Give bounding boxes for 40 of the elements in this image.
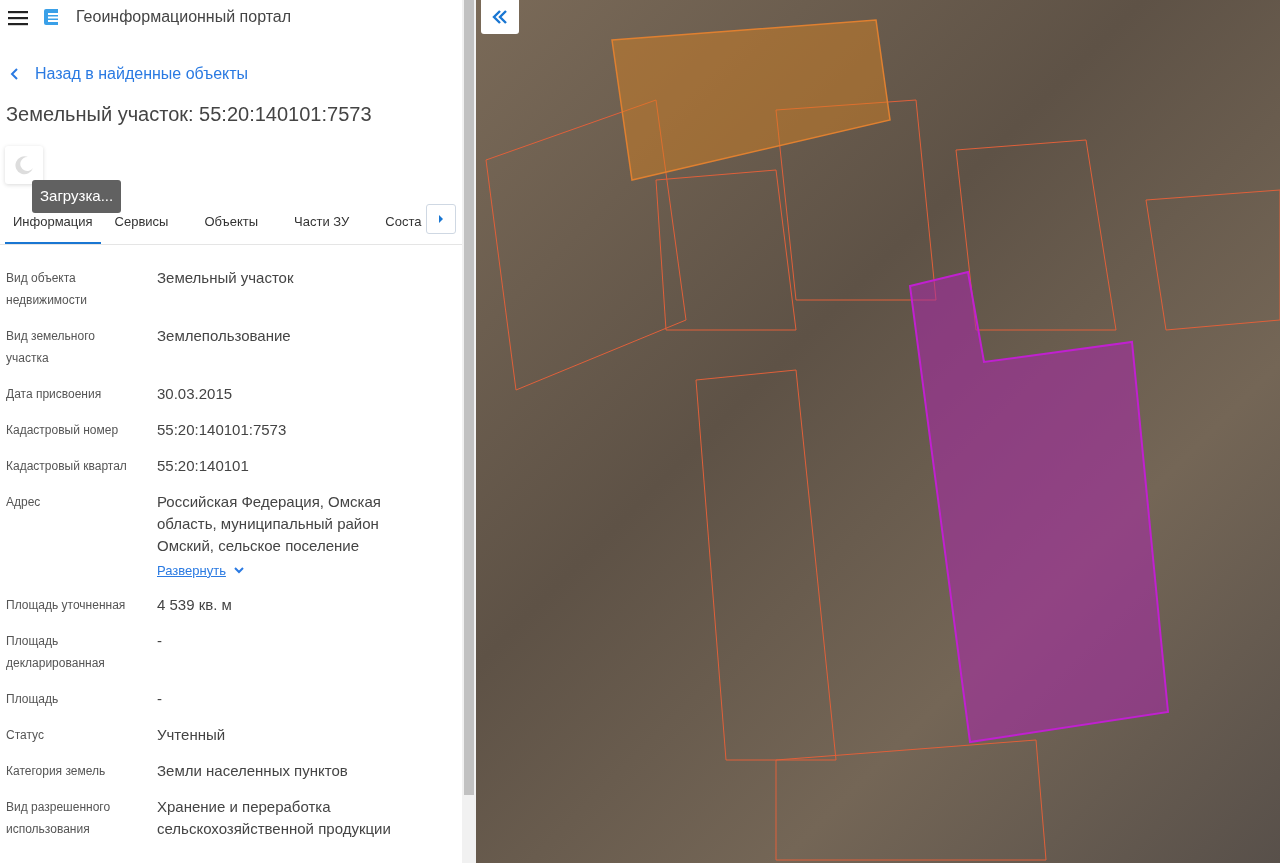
field-label: Статус (6, 727, 45, 744)
object-title: Земельный участок: 55:20:140101:7573 (5, 102, 373, 126)
field-value: 4 539 кв. м (157, 595, 233, 615)
field-label: Кадастровый квартал (6, 457, 128, 475)
field-label: Площадь (6, 691, 60, 708)
field-value: - (157, 631, 163, 651)
field-value: Хранение и переработка сельскохозяйственной продукции (157, 797, 392, 839)
field-label: Вид объекта недвижимости (6, 269, 88, 309)
field-value: 30.03.2015 (157, 383, 234, 404)
field-label: Вид разрешенного использования (6, 799, 112, 838)
field-label: Кадастровый номер (6, 421, 120, 439)
tab[interactable]: Объекты (204, 204, 259, 244)
chevron-down-icon[interactable] (233, 566, 244, 574)
loading-tooltip: Загрузка... (32, 180, 122, 213)
field-value: Земли населенных пунктов (157, 761, 349, 781)
field-label: Дата присвоения (6, 385, 103, 403)
field-value: Земельный участок (157, 267, 295, 288)
field-label: Категория земель (6, 763, 107, 780)
portal-title: Геоинформационный портал (76, 7, 292, 27)
field-label: Адрес (6, 493, 42, 511)
field-value: Землепользование (157, 325, 292, 346)
back-chevron-icon[interactable] (10, 68, 19, 80)
collapse-panel-button[interactable] (481, 0, 519, 34)
scrollbar[interactable] (462, 0, 476, 863)
double-chevron-left-icon[interactable] (492, 10, 508, 24)
field-value: 55:20:140101:7573 (157, 419, 288, 440)
tab[interactable]: Части ЗУ (294, 204, 350, 244)
expand-link[interactable]: Развернуть (157, 560, 226, 580)
tab[interactable]: Соста (385, 204, 422, 244)
field-value: - (157, 689, 163, 709)
field-value: Российская Федерация, Омская область, муниципальный район Омский, сельское поселение (157, 491, 382, 556)
field-label: Площадь декларированная (6, 633, 106, 672)
field-label: Площадь уточненная (6, 597, 127, 614)
field-value: Учтенный (157, 725, 227, 745)
back-link[interactable]: Назад в найденные объекты (35, 62, 249, 86)
tab[interactable]: Информация (5, 204, 101, 244)
loading-spinner (5, 146, 43, 184)
field-label: Вид земельного участка (6, 327, 96, 367)
caret-right-icon[interactable] (438, 215, 444, 223)
field-value: 55:20:140101 (157, 455, 250, 476)
